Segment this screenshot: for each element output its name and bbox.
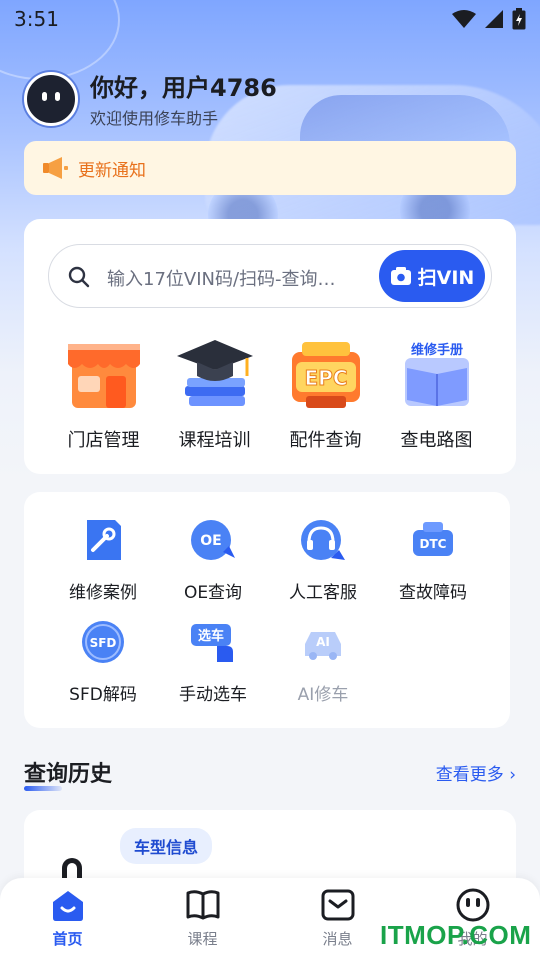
tab-label: 首页: [52, 930, 83, 948]
tools-grid: 维修案例 OE OE查询 人工客服 DTC 查故障码 SFD SFD解码 选车 …: [48, 516, 488, 720]
megaphone-icon: [43, 157, 68, 179]
graduation-cap-icon: [175, 334, 255, 414]
signal-icon: [485, 10, 503, 28]
message-icon: [321, 889, 354, 921]
oe-badge: OE: [200, 533, 221, 549]
sfd-badge: SFD: [90, 636, 117, 650]
tool-label: 维修案例: [69, 583, 137, 603]
book-icon: [186, 890, 219, 920]
feature-label: 查电路图: [400, 430, 473, 451]
tool-sfd-decode[interactable]: SFD SFD解码: [48, 618, 158, 720]
ai-car-icon: AI: [299, 618, 347, 666]
tab-course[interactable]: 课程: [135, 878, 270, 960]
feature-label: 课程培训: [178, 430, 251, 451]
tool-fault-code[interactable]: DTC 查故障码: [378, 516, 488, 618]
feature-parts-query[interactable]: EPC 配件查询: [270, 334, 381, 452]
feature-label: 配件查询: [289, 430, 362, 451]
oe-icon: OE: [189, 516, 237, 564]
profile-icon: [456, 888, 489, 922]
wrench-doc-icon: [79, 516, 127, 564]
repair-manual-icon: 维修手册: [397, 334, 477, 414]
tool-repair-cases[interactable]: 维修案例: [48, 516, 158, 618]
tools-card: 维修案例 OE OE查询 人工客服 DTC 查故障码 SFD SFD解码 选车 …: [24, 492, 510, 728]
store-icon: [64, 334, 144, 414]
vin-search-input[interactable]: 输入17位VIN码/扫码-查询… 扫VIN: [48, 244, 492, 308]
feature-label: 门店管理: [67, 430, 140, 451]
tool-customer-service[interactable]: 人工客服: [268, 516, 378, 618]
dtc-engine-icon: DTC: [409, 516, 457, 564]
view-more-link[interactable]: 查看更多 ›: [436, 760, 516, 785]
feature-wiring-diagram[interactable]: 维修手册 查电路图: [381, 334, 492, 452]
scan-vin-label: 扫VIN: [417, 266, 475, 289]
greeting-text: 你好，用户4786 欢迎使用修车助手: [90, 68, 277, 129]
status-time: 3:51: [14, 7, 59, 31]
feature-store-management[interactable]: 门店管理: [48, 334, 159, 452]
feature-course-training[interactable]: 课程培训: [159, 334, 270, 452]
sfd-icon: SFD: [79, 618, 127, 666]
search-icon: [68, 266, 90, 288]
tool-ai-repair[interactable]: AI AI修车: [268, 618, 378, 720]
tool-label: AI修车: [297, 685, 349, 705]
tool-oe-query[interactable]: OE OE查询: [158, 516, 268, 618]
home-icon: [52, 891, 83, 921]
select-car-badge: 选车: [198, 628, 224, 644]
history-title: 查询历史: [24, 756, 112, 791]
manual-badge: 维修手册: [410, 342, 462, 358]
tool-label: 查故障码: [399, 583, 467, 603]
status-bar: 3:51: [0, 0, 540, 38]
history-header: 查询历史 查看更多 ›: [24, 754, 516, 791]
status-icons: [452, 8, 526, 30]
site-watermark: ITMOP.COM: [380, 920, 532, 950]
select-car-icon: 选车: [189, 618, 237, 666]
headset-icon: [299, 516, 347, 564]
greeting-subtitle: 欢迎使用修车助手: [90, 109, 219, 128]
update-notice-banner[interactable]: 更新通知: [24, 141, 516, 195]
tool-label: 手动选车: [179, 685, 247, 705]
greeting-title: 你好，用户4786: [90, 74, 277, 102]
tool-label: SFD解码: [69, 685, 137, 705]
tab-home[interactable]: 首页: [0, 878, 135, 960]
greeting-section: 你好，用户4786 欢迎使用修车助手: [24, 68, 277, 129]
tab-label: 消息: [322, 930, 353, 948]
search-card: 输入17位VIN码/扫码-查询… 扫VIN 门店管理 课程培训 EPC 配件查询…: [24, 219, 516, 474]
epc-engine-icon: EPC: [286, 334, 366, 414]
search-placeholder: 输入17位VIN码/扫码-查询…: [107, 269, 336, 290]
notice-text: 更新通知: [78, 160, 146, 181]
tool-label: 人工客服: [289, 583, 357, 603]
robot-face-icon: [42, 91, 60, 101]
tool-label: OE查询: [183, 583, 243, 603]
epc-badge: EPC: [304, 366, 347, 390]
tab-label: 课程: [187, 930, 218, 948]
model-info-tag: 车型信息: [120, 828, 213, 864]
dtc-badge: DTC: [420, 537, 447, 551]
camera-icon: [390, 267, 411, 285]
tool-manual-car-select[interactable]: 选车 手动选车: [158, 618, 268, 720]
wifi-icon: [452, 10, 476, 28]
ai-badge: AI: [316, 635, 330, 649]
avatar[interactable]: [24, 71, 78, 126]
battery-icon: [512, 8, 526, 30]
main-feature-grid: 门店管理 课程培训 EPC 配件查询 维修手册 查电路图: [24, 334, 516, 452]
scan-vin-button[interactable]: 扫VIN: [379, 250, 485, 302]
